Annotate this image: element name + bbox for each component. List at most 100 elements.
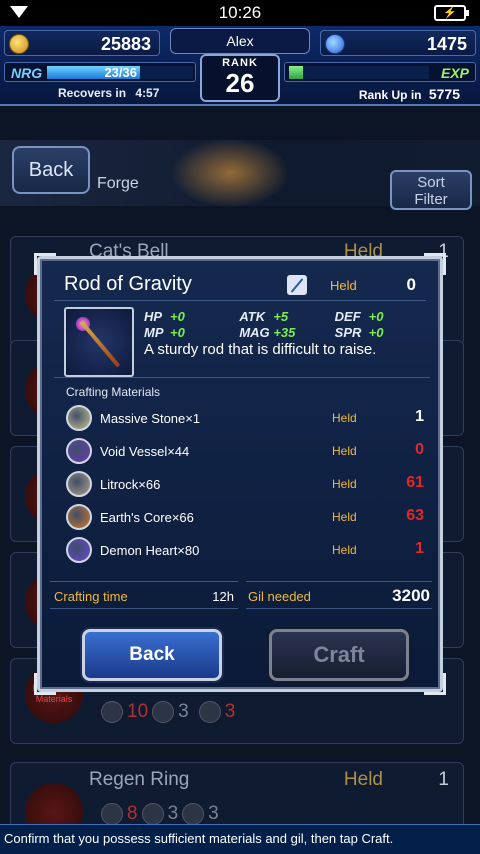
material-held-label: Held: [332, 510, 357, 524]
material-held-label: Held: [332, 477, 357, 491]
crafting-time-label: Crafting time: [54, 589, 128, 604]
hint-bar: Confirm that you possess sufficient mate…: [0, 824, 480, 854]
material-count: 3: [178, 701, 189, 722]
material-row[interactable]: Earth's Core×66 Held 63: [66, 504, 426, 534]
material-held-label: Held: [332, 444, 357, 458]
recipe-materials: 8 3 3: [101, 803, 219, 825]
lapis-gem-icon: [325, 34, 345, 54]
material-icon: [66, 438, 92, 464]
sort-filter-button[interactable]: Sort Filter: [390, 170, 472, 210]
forge-back-button[interactable]: Back: [12, 146, 90, 194]
frame-corner: [424, 673, 446, 695]
gil-needed: Gil needed 3200: [246, 581, 432, 609]
gil-needed-value: 3200: [392, 586, 430, 605]
frame-corner: [424, 253, 446, 275]
forge-anvil-icon: [170, 138, 290, 208]
material-row[interactable]: Litrock×66 Held 61: [66, 471, 426, 501]
material-icon: [141, 803, 164, 825]
player-header: 25883 Alex 1475 RANK 26 NRG 23/36 Recove…: [0, 26, 480, 106]
list-item[interactable]: Regen Ring Held 1 8 3 3: [10, 762, 464, 841]
material-icon: [101, 701, 123, 723]
divider: [54, 377, 430, 378]
item-stats: HP +0 ATK +5 DEF +0 MP +0 MAG +35 SPR +0: [144, 309, 430, 341]
stat-hp: HP +0: [144, 309, 185, 324]
recipe-name: Regen Ring: [89, 769, 190, 790]
stat-mag: MAG +35: [239, 325, 296, 340]
rank-up-info: Rank Up in 5775: [359, 86, 460, 102]
recovers-time: 4:57: [135, 86, 160, 100]
material-name: Void Vessel×44: [100, 444, 190, 459]
material-held-count: 0: [415, 441, 424, 458]
material-name: Massive Stone×1: [100, 411, 201, 426]
material-icon: [66, 537, 92, 563]
recovers-label: Recovers in: [58, 86, 127, 100]
sort-label: Sort: [417, 174, 445, 191]
material-held-label: Held: [332, 411, 357, 425]
material-icon: [101, 803, 123, 825]
material-count: 3: [208, 803, 219, 824]
material-row[interactable]: Void Vessel×44 Held 0: [66, 438, 426, 468]
material-icon: [66, 405, 92, 431]
lapis-counter[interactable]: 1475: [320, 30, 476, 56]
material-count: 3: [224, 701, 236, 722]
stat-spr: SPR +0: [334, 325, 384, 340]
held-label: Held: [330, 278, 357, 293]
status-bar: 10:26 ⚡: [0, 0, 480, 26]
material-name: Demon Heart×80: [100, 543, 200, 558]
rank-badge: RANK 26: [200, 54, 280, 102]
back-button[interactable]: Back: [82, 629, 222, 681]
recipe-held-label: Held: [343, 769, 383, 790]
material-icon: [152, 701, 175, 723]
stat-atk: ATK +5: [239, 309, 289, 324]
material-count: 3: [167, 803, 179, 824]
crafting-time: Crafting time 12h: [50, 581, 238, 609]
rank-number: 26: [225, 68, 255, 98]
material-name: Earth's Core×66: [100, 510, 194, 525]
exp-label: EXP: [440, 65, 469, 81]
held-count: 0: [406, 275, 416, 294]
nrg-value: 23/36: [104, 65, 137, 80]
rod-of-gravity-icon: [64, 307, 134, 377]
material-count: 10: [127, 701, 149, 722]
craft-dialog: Rod of Gravity Held 0 HP +0 ATK +5 DEF +0 M…: [34, 253, 446, 695]
gil-amount: 25883: [100, 34, 151, 54]
nrg-label: NRG: [11, 65, 43, 81]
filter-label: Filter: [414, 191, 448, 208]
crafting-materials-label: Crafting Materials: [66, 385, 161, 399]
gil-coin-icon: [9, 34, 29, 54]
rod-type-icon: [287, 275, 307, 295]
material-name: Litrock×66: [100, 477, 161, 492]
frame-corner: [34, 253, 56, 275]
frame-corner: [34, 673, 56, 695]
recipe-materials: 10 3 3: [101, 701, 235, 723]
material-icon: [182, 803, 205, 825]
battery-icon: ⚡: [434, 5, 469, 21]
material-row[interactable]: Massive Stone×1 Held 1: [66, 405, 426, 435]
item-name: Rod of Gravity: [64, 273, 192, 295]
rankup-label: Rank Up in: [358, 88, 422, 102]
stat-def: DEF +0: [334, 309, 384, 324]
recipe-held-count: 1: [438, 769, 449, 790]
wifi-icon: [10, 6, 28, 18]
material-row[interactable]: Demon Heart×80 Held 1: [66, 537, 426, 567]
crafting-time-value: 12h: [212, 589, 234, 604]
exp-fill: [289, 66, 303, 79]
dialog-title-bar: Rod of Gravity Held 0: [54, 271, 426, 301]
exp-track: [289, 66, 429, 79]
material-held-count: 63: [406, 507, 424, 524]
material-icon: [66, 504, 92, 530]
lapis-amount: 1475: [426, 34, 467, 54]
rankup-value: 5775: [428, 86, 460, 102]
gil-counter: 25883: [4, 30, 160, 56]
material-icon: [66, 471, 92, 497]
hint-text: Confirm that you possess sufficient mate…: [4, 831, 394, 846]
energy-bar: NRG 23/36: [4, 62, 196, 82]
gil-needed-label: Gil needed: [248, 589, 311, 604]
craft-button[interactable]: Craft: [269, 629, 409, 681]
clock: 10:26: [218, 3, 262, 22]
stat-mp: MP +0: [144, 325, 185, 340]
item-description: A sturdy rod that is difficult to raise.: [144, 341, 377, 358]
material-icon: [198, 701, 221, 723]
forge-title: Forge: [97, 175, 139, 192]
player-name: Alex: [170, 28, 310, 54]
